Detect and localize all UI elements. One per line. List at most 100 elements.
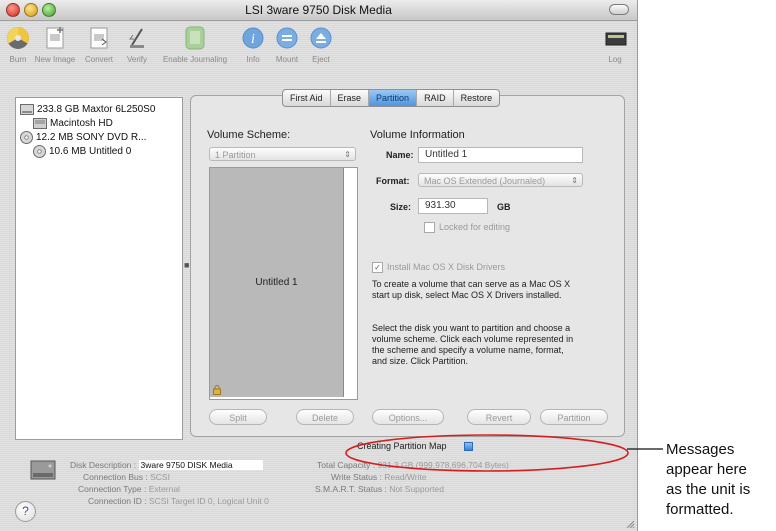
toolbar-convert-label: Convert: [84, 55, 113, 64]
smart-status-label: S.M.A.R.T. Status :: [315, 484, 387, 494]
drivers-help-line: start up disk, select Mac OS X Drivers i…: [372, 290, 562, 300]
partition-instructions: Select the disk you want to partition an…: [372, 323, 573, 367]
progress-fill: [464, 442, 473, 451]
status-message: Creating Partition Map: [357, 441, 447, 451]
toolbar-eject-label: Eject: [312, 55, 330, 64]
toolbar-convert-button[interactable]: Convert: [80, 25, 118, 64]
volume-icon: [33, 117, 47, 129]
options-button[interactable]: Options...: [372, 409, 444, 425]
volume-name-input[interactable]: Untitled 1: [418, 147, 583, 163]
checkmark-icon: ✓: [372, 262, 383, 274]
toolbar-info-label: Info: [246, 55, 260, 64]
disk-description-row: Disk Description : 3ware 9750 DISK Media: [70, 460, 263, 470]
partition-button[interactable]: Partition: [540, 409, 608, 425]
toolbar-eject-button[interactable]: Eject: [306, 25, 336, 64]
annotation-line: appear here: [666, 461, 747, 478]
tab-erase[interactable]: Erase: [331, 90, 370, 106]
disk-utility-window: LSI 3ware 9750 Disk Media Burn New Image: [0, 0, 638, 531]
volume-scheme-value: 1 Partition: [215, 150, 256, 160]
window-title: LSI 3ware 9750 Disk Media: [245, 3, 392, 17]
split-button[interactable]: Split: [209, 409, 267, 425]
toolbar-new-image-button[interactable]: New Image: [34, 25, 76, 64]
disk-list-item-label: 10.6 MB Untitled 0: [49, 146, 132, 158]
tab-raid[interactable]: RAID: [417, 90, 454, 106]
volume-information-heading: Volume Information: [370, 129, 465, 141]
disk-list-item-label: 233.8 GB Maxtor 6L250S0: [37, 104, 156, 115]
toolbar: Burn New Image Convert Verify Enable Jou…: [0, 21, 637, 76]
revert-button[interactable]: Revert: [467, 409, 531, 425]
install-drivers-checkbox[interactable]: ✓ Install Mac OS X Disk Drivers: [372, 262, 505, 274]
annotation-line: formatted.: [666, 501, 734, 518]
connection-type-row: Connection Type : External: [78, 484, 180, 494]
new-image-icon: [46, 27, 64, 49]
tab-restore[interactable]: Restore: [454, 90, 500, 106]
connection-type-value: External: [148, 484, 180, 494]
disk-list-item-label: 12.2 MB SONY DVD R...: [36, 132, 147, 144]
volume-format-select[interactable]: Mac OS Extended (Journaled) ⇕: [418, 173, 583, 187]
title-bar[interactable]: LSI 3ware 9750 Disk Media: [0, 0, 637, 21]
annotation-line: as the unit is: [666, 481, 751, 498]
connection-bus-value: SCSI: [150, 472, 170, 482]
instructions-line: and size. Click Partition.: [372, 356, 469, 366]
partition-block-label: Untitled 1: [255, 277, 298, 288]
volume-scheme-heading: Volume Scheme:: [207, 129, 291, 141]
help-button[interactable]: ?: [15, 501, 36, 522]
svg-text:i: i: [251, 32, 255, 47]
total-capacity-label: Total Capacity :: [317, 460, 376, 470]
chevron-updown-icon: ⇕: [344, 150, 351, 159]
eject-icon: [310, 27, 332, 49]
toolbar-mount-label: Mount: [275, 55, 299, 64]
delete-button[interactable]: Delete: [296, 409, 354, 425]
toolbar-log-button[interactable]: Log: [600, 25, 630, 64]
resize-grip-icon[interactable]: [625, 519, 635, 529]
locked-for-editing-checkbox[interactable]: Locked for editing: [424, 222, 511, 234]
checkbox-icon: [424, 222, 435, 234]
partition-scheme-map[interactable]: Untitled 1: [209, 167, 358, 400]
drivers-help-line: To create a volume that can serve as a M…: [372, 279, 571, 289]
format-label: Format:: [376, 176, 410, 186]
smart-status-row: S.M.A.R.T. Status : Not Supported: [315, 484, 444, 494]
tab-first-aid[interactable]: First Aid: [283, 90, 331, 106]
total-capacity-value: 931.3 GB (999,978,696,704 Bytes): [377, 460, 509, 470]
toolbar-enable-journaling-label: Enable Journaling: [162, 55, 228, 64]
instructions-line: Select the disk you want to partition an…: [372, 323, 571, 333]
write-status-row: Write Status : Read/Write: [331, 472, 427, 482]
connection-bus-label: Connection Bus :: [83, 472, 148, 482]
write-status-value: Read/Write: [384, 472, 427, 482]
disk-list-item[interactable]: Macintosh HD: [33, 117, 113, 131]
write-status-label: Write Status :: [331, 472, 382, 482]
volume-size-input[interactable]: 931.30: [418, 198, 488, 214]
disk-list-item[interactable]: 233.8 GB Maxtor 6L250S0: [20, 103, 155, 117]
toolbar-enable-journaling-button[interactable]: Enable Journaling: [158, 25, 232, 64]
instructions-line: the scheme and specify a volume name, fo…: [372, 345, 564, 355]
toolbar-toggle-button[interactable]: [609, 4, 629, 15]
volume-scheme-select[interactable]: 1 Partition ⇕: [209, 147, 356, 161]
connection-id-value: SCSI Target ID 0, Logical Unit 0: [148, 496, 269, 506]
toolbar-burn-label: Burn: [9, 55, 27, 64]
connection-id-row: Connection ID : SCSI Target ID 0, Logica…: [88, 496, 269, 506]
tab-partition[interactable]: Partition: [369, 90, 418, 106]
resize-handle-icon[interactable]: ■: [184, 260, 189, 270]
connection-id-label: Connection ID :: [88, 496, 147, 506]
smart-status-value: Not Supported: [389, 484, 445, 494]
partition-block[interactable]: Untitled 1: [210, 168, 344, 397]
toolbar-info-button[interactable]: i Info: [238, 25, 268, 64]
connection-bus-row: Connection Bus : SCSI: [83, 472, 170, 482]
verify-icon: [129, 28, 144, 48]
volume-format-value: Mac OS Extended (Journaled): [424, 176, 546, 186]
drivers-help-text: To create a volume that can serve as a M…: [372, 279, 570, 301]
disk-list-item[interactable]: 10.6 MB Untitled 0: [33, 145, 131, 159]
locked-for-editing-label: Locked for editing: [439, 222, 511, 232]
size-unit-label: GB: [497, 202, 511, 212]
size-label: Size:: [390, 202, 412, 212]
hard-disk-icon: [20, 103, 34, 115]
info-icon: i: [242, 27, 264, 49]
toolbar-mount-button[interactable]: Mount: [270, 25, 304, 64]
disk-list[interactable]: 233.8 GB Maxtor 6L250S0 Macintosh HD 12.…: [15, 97, 183, 440]
disk-list-item[interactable]: 12.2 MB SONY DVD R...: [20, 131, 146, 145]
total-capacity-row: Total Capacity : 931.3 GB (999,978,696,7…: [317, 460, 509, 470]
toolbar-verify-button[interactable]: Verify: [120, 25, 154, 64]
toolbar-burn-button[interactable]: Burn: [4, 25, 32, 64]
annotation-callout: Messages appear here as the unit is form…: [666, 440, 776, 520]
annotation-line: Messages: [666, 441, 735, 458]
